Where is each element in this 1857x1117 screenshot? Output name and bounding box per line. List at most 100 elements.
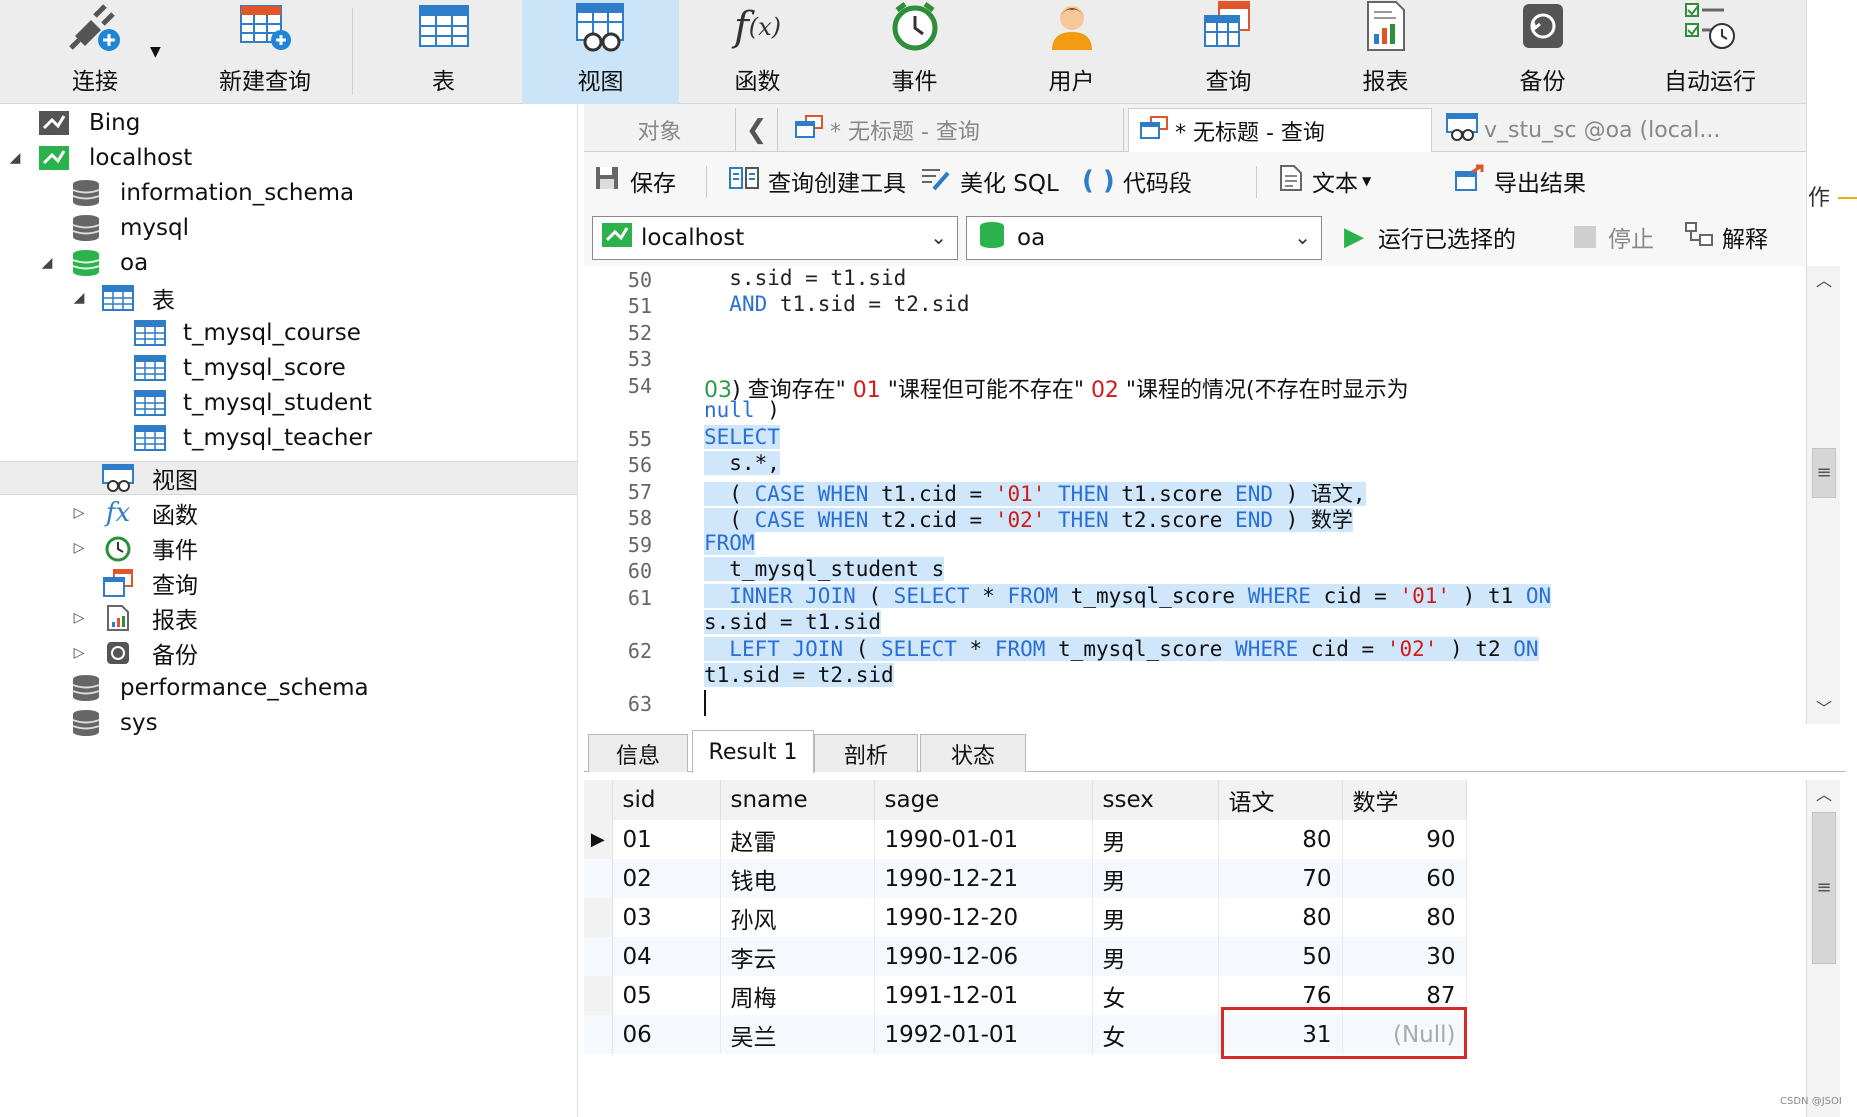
tree-item-oa[interactable]: ◢ oa <box>0 246 577 280</box>
run-selected-button[interactable]: ▶ 运行已选择的 <box>1344 222 1516 253</box>
scroll-thumb[interactable]: ≡ <box>1812 812 1836 964</box>
tree-item-table[interactable]: t_mysql_teacher <box>0 421 577 455</box>
table-cell[interactable]: 男 <box>1092 820 1219 859</box>
table-cell[interactable]: 80 <box>1342 898 1467 937</box>
code-snippet-button[interactable]: ( ) 代码段 <box>1082 166 1192 197</box>
chevron-down-icon[interactable]: ▼ <box>1362 174 1371 188</box>
expand-triangle-icon[interactable]: ▷ <box>72 610 86 626</box>
table-cell[interactable]: 80 <box>1218 820 1343 859</box>
table-cell[interactable]: 李云 <box>720 937 875 976</box>
tree-item-bing[interactable]: Bing <box>0 106 577 140</box>
tab-scroll-left-icon[interactable]: ❮ <box>736 108 778 152</box>
function-button[interactable]: f (x) 函数 <box>679 0 836 104</box>
table-cell[interactable]: 1990-12-20 <box>874 898 1093 937</box>
expand-triangle-icon[interactable]: ▷ <box>72 540 86 556</box>
tree-item-functions[interactable]: ▷ fx 函数 <box>0 496 577 530</box>
view-button[interactable]: 视图 <box>522 0 679 104</box>
explain-button[interactable]: 解释 <box>1684 222 1768 253</box>
report-button[interactable]: 报表 <box>1307 0 1464 104</box>
tab-result-1[interactable]: Result 1 <box>692 730 814 773</box>
tree-item-reports[interactable]: ▷ 报表 <box>0 601 577 635</box>
table-cell[interactable]: 80 <box>1218 898 1343 937</box>
expand-triangle-icon[interactable]: ▷ <box>72 505 86 521</box>
scroll-thumb[interactable]: ≡ <box>1812 448 1836 498</box>
table-cell[interactable]: 90 <box>1342 820 1467 859</box>
table-cell[interactable]: 01 <box>612 820 721 859</box>
connect-button[interactable]: 连接 ▼ <box>0 0 190 104</box>
result-scrollbar[interactable]: ︿ ≡ <box>1806 780 1840 1117</box>
table-row[interactable]: 02 钱电 1990-12-21 男 70 60 <box>584 859 1467 898</box>
table-cell[interactable]: 女 <box>1092 1015 1219 1054</box>
collapse-triangle-icon[interactable]: ◢ <box>72 290 86 306</box>
scroll-down-icon[interactable]: ﹀ <box>1807 694 1841 724</box>
tree-item-sys[interactable]: sys <box>0 706 577 740</box>
tab-status[interactable]: 状态 <box>920 734 1026 772</box>
tree-item-performance-schema[interactable]: performance_schema <box>0 671 577 705</box>
table-cell[interactable]: 70 <box>1218 859 1343 898</box>
tab-untitled-query-1[interactable]: * 无标题 - 查询 <box>784 108 1124 152</box>
tab-view-v-stu-sc[interactable]: v_stu_sc @oa (local... <box>1436 108 1806 152</box>
tree-item-table[interactable]: t_mysql_course <box>0 316 577 350</box>
connection-select[interactable]: localhost ⌄ <box>592 216 958 260</box>
table-cell[interactable]: 06 <box>612 1015 721 1054</box>
tab-objects[interactable]: 对象 <box>584 108 736 152</box>
table-cell[interactable]: 1991-12-01 <box>874 976 1093 1015</box>
tab-untitled-query-2[interactable]: * 无标题 - 查询 <box>1128 108 1432 152</box>
column-header[interactable]: 数学 <box>1342 780 1467 820</box>
column-header[interactable]: ssex <box>1092 780 1219 820</box>
table-cell[interactable]: 男 <box>1092 859 1219 898</box>
tree-item-events[interactable]: ▷ 事件 <box>0 531 577 565</box>
table-cell[interactable]: 02 <box>612 859 721 898</box>
new-query-button[interactable]: 新建查询 <box>190 0 340 104</box>
collapse-triangle-icon[interactable]: ◢ <box>8 150 22 166</box>
table-cell[interactable]: 1990-01-01 <box>874 820 1093 859</box>
table-row[interactable]: 03 孙风 1990-12-20 男 80 80 <box>584 898 1467 937</box>
export-results-button[interactable]: 导出结果 <box>1454 164 1586 197</box>
table-cell[interactable]: 1990-12-21 <box>874 859 1093 898</box>
table-cell[interactable]: 周梅 <box>720 976 875 1015</box>
backup-button[interactable]: 备份 <box>1464 0 1621 104</box>
table-cell[interactable]: 05 <box>612 976 721 1015</box>
table-cell[interactable]: 03 <box>612 898 721 937</box>
event-button[interactable]: 事件 <box>836 0 993 104</box>
table-cell[interactable]: 30 <box>1342 937 1467 976</box>
column-header[interactable]: sage <box>874 780 1093 820</box>
table-cell[interactable]: 男 <box>1092 898 1219 937</box>
table-cell[interactable]: 赵雷 <box>720 820 875 859</box>
table-cell[interactable]: 04 <box>612 937 721 976</box>
tab-info[interactable]: 信息 <box>588 734 688 772</box>
database-select[interactable]: oa ⌄ <box>966 216 1322 260</box>
column-header[interactable]: sid <box>612 780 721 820</box>
tree-item-views[interactable]: 视图 <box>0 461 577 495</box>
table-button[interactable]: 表 <box>365 0 522 104</box>
save-button[interactable]: 保存 <box>594 166 676 197</box>
tree-item-backups[interactable]: ▷ 备份 <box>0 636 577 670</box>
table-cell[interactable]: 吴兰 <box>720 1015 875 1054</box>
tree-item-queries[interactable]: 查询 <box>0 566 577 600</box>
table-row[interactable]: 04 李云 1990-12-06 男 50 30 <box>584 937 1467 976</box>
table-cell[interactable]: 男 <box>1092 937 1219 976</box>
schedule-button[interactable]: 自动运行 <box>1621 0 1799 104</box>
editor-scrollbar[interactable]: ︿ ≡ ﹀ <box>1806 266 1840 724</box>
table-cell[interactable]: 1990-12-06 <box>874 937 1093 976</box>
table-cell[interactable]: 50 <box>1218 937 1343 976</box>
user-button[interactable]: 用户 <box>993 0 1150 104</box>
table-cell[interactable]: 孙风 <box>720 898 875 937</box>
expand-triangle-icon[interactable]: ▷ <box>72 645 86 661</box>
table-cell[interactable]: 女 <box>1092 976 1219 1015</box>
scroll-up-icon[interactable]: ︿ <box>1807 266 1841 296</box>
tree-item-information-schema[interactable]: information_schema <box>0 176 577 210</box>
query-button[interactable]: 查询 <box>1150 0 1307 104</box>
tree-item-table[interactable]: t_mysql_student <box>0 386 577 420</box>
scroll-up-icon[interactable]: ︿ <box>1807 780 1841 810</box>
column-header[interactable]: sname <box>720 780 875 820</box>
collapse-triangle-icon[interactable]: ◢ <box>40 255 54 271</box>
text-mode-button[interactable]: 文本 ▼ <box>1278 165 1371 197</box>
tree-item-tables[interactable]: ◢ 表 <box>0 281 577 315</box>
table-cell[interactable]: 1992-01-01 <box>874 1015 1093 1054</box>
sql-editor[interactable]: 50 51 52 53 54 55 56 57 58 59 60 61 62 6… <box>584 266 1806 724</box>
column-header[interactable]: 语文 <box>1218 780 1343 820</box>
table-cell[interactable]: 60 <box>1342 859 1467 898</box>
tree-item-table[interactable]: t_mysql_score <box>0 351 577 385</box>
query-builder-button[interactable]: 查询创建工具 <box>728 166 906 197</box>
